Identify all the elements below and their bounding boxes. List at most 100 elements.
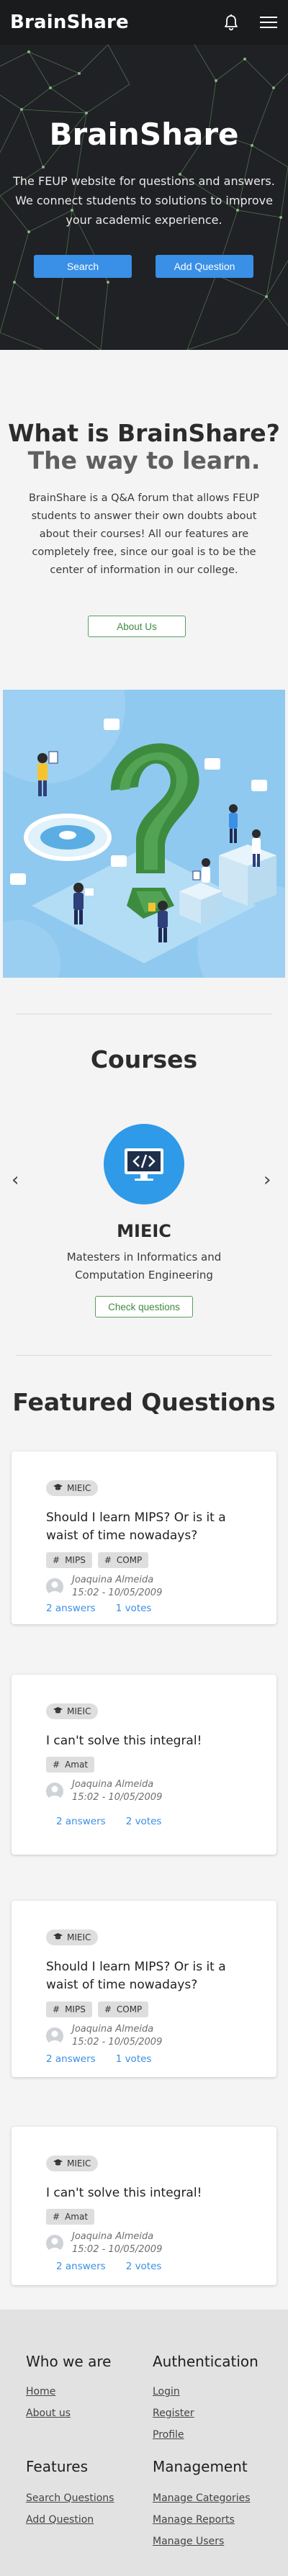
question-card[interactable]: MIEIC I can't solve this integral! # Amat… [12,1675,276,1855]
question-card[interactable]: MIEIC I can't solve this integral! # Amat… [12,2127,276,2285]
graduation-cap-icon [53,1932,63,1942]
footer-auth-title: Authentication [153,2353,258,2370]
answers-count[interactable]: 2 answers [46,1603,96,1614]
author-name: Joaquina Almeida [72,2231,154,2242]
hero-add-question-button[interactable]: Add Question [156,255,253,278]
author-name: Joaquina Almeida [72,1779,154,1790]
avatar [46,1783,63,1800]
tag-chip[interactable]: # COMP [97,1552,149,1568]
question-date: 15:02 - 10/05/2009 [72,1588,163,1598]
bell-icon[interactable] [223,14,239,31]
question-stats: 2 answers 1 votes [46,2053,151,2065]
footer-link-profile[interactable]: Profile [153,2429,184,2441]
question-author: Joaquina Almeida 15:02 - 10/05/2009 [46,1778,162,1804]
brand-logo[interactable]: BrainShare [10,12,129,33]
carousel-next-arrow-icon[interactable]: › [264,1169,271,1191]
author-name: Joaquina Almeida [72,1575,154,1585]
avatar [46,2235,63,2252]
courses-title: Courses [90,1045,198,1073]
votes-count[interactable]: 2 votes [126,2261,162,2272]
hashtag-icon: # [104,1555,112,1565]
avatar [46,2027,63,2045]
tag-chip[interactable]: # Amat [46,1757,95,1773]
question-date: 15:02 - 10/05/2009 [72,2244,163,2255]
footer-link-manage-categories[interactable]: Manage Categories [153,2492,251,2504]
answers-count[interactable]: 2 answers [56,2261,106,2272]
hero-search-button[interactable]: Search [34,255,132,278]
answers-count[interactable]: 2 answers [46,2053,96,2065]
question-stats: 2 answers 2 votes [56,1816,161,1827]
question-title[interactable]: I can't solve this integral! [46,1732,255,1750]
question-author: Joaquina Almeida 15:02 - 10/05/2009 [46,2230,162,2256]
graduation-cap-icon [53,2158,63,2169]
course-badge-label: MIEIC [67,2158,91,2169]
votes-count[interactable]: 1 votes [116,2053,152,2065]
hero-section: BrainShare The FEUP website for question… [0,45,288,350]
question-title[interactable]: Should I learn MIPS? Or is it a waist of… [46,1509,255,1545]
hashtag-icon: # [53,2004,60,2014]
hashtag-icon: # [53,2212,60,2222]
graduation-cap-icon [53,1706,63,1716]
footer-link-manage-reports[interactable]: Manage Reports [153,2514,235,2526]
tag-chip[interactable]: # MIPS [46,2001,92,2017]
tag-chip[interactable]: # MIPS [46,1552,92,1568]
author-meta: Joaquina Almeida 15:02 - 10/05/2009 [72,1574,162,1600]
course-badge-label: MIEIC [67,1706,91,1716]
carousel-prev-arrow-icon[interactable]: ‹ [12,1169,19,1191]
hashtag-icon: # [104,2004,112,2014]
question-author: Joaquina Almeida 15:02 - 10/05/2009 [46,2023,162,2049]
footer-link-about-us[interactable]: About us [26,2408,71,2419]
question-tags: # Amat [46,2209,95,2225]
author-name: Joaquina Almeida [72,2024,154,2035]
footer-features-title: Features [26,2458,88,2475]
tag-chip[interactable]: # COMP [97,2001,149,2017]
check-questions-button[interactable]: Check questions [95,1296,193,1318]
course-badge-label: MIEIC [67,1932,91,1942]
footer-link-search-questions[interactable]: Search Questions [26,2492,114,2504]
about-description: BrainShare is a Q&A forum that allows FE… [28,492,259,576]
question-tags: # Amat [46,1757,95,1773]
question-title[interactable]: I can't solve this integral! [46,2184,255,2202]
navbar-actions [223,14,278,31]
footer-link-register[interactable]: Register [153,2408,194,2419]
question-tags: # MIPS # COMP [46,1552,149,1568]
footer-link-login[interactable]: Login [153,2386,180,2397]
students-question-illustration [3,690,285,978]
footer-who-title: Who we are [26,2353,112,2370]
answers-count[interactable]: 2 answers [56,1816,106,1827]
top-navbar: BrainShare [0,0,288,45]
course-badge[interactable]: MIEIC [46,1703,99,1719]
footer-link-manage-users[interactable]: Manage Users [153,2536,224,2547]
author-meta: Joaquina Almeida 15:02 - 10/05/2009 [72,1778,162,1804]
about-subtitle: The way to learn. [27,446,261,474]
question-title[interactable]: Should I learn MIPS? Or is it a waist of… [46,1958,255,1994]
hashtag-icon: # [53,1555,60,1565]
avatar [46,1578,63,1595]
course-badge[interactable]: MIEIC [46,1929,99,1945]
footer-management-title: Management [153,2458,248,2475]
course-badge[interactable]: MIEIC [46,1480,99,1496]
about-us-button[interactable]: About Us [88,616,186,637]
footer-link-add-question[interactable]: Add Question [26,2514,94,2526]
question-stats: 2 answers 2 votes [56,2261,161,2272]
question-tags: # MIPS # COMP [46,2001,149,2017]
question-card[interactable]: MIEIC Should I learn MIPS? Or is it a wa… [12,1451,276,1624]
graduation-cap-icon [53,1483,63,1493]
about-title: What is BrainShare? [8,419,280,447]
question-date: 15:02 - 10/05/2009 [72,1792,163,1803]
question-card[interactable]: MIEIC Should I learn MIPS? Or is it a wa… [12,1901,276,2077]
hero-description: The FEUP website for questions and answe… [13,174,275,227]
question-date: 15:02 - 10/05/2009 [72,2037,163,2048]
footer-link-home[interactable]: Home [26,2386,55,2397]
tag-chip[interactable]: # Amat [46,2209,95,2225]
votes-count[interactable]: 1 votes [116,1603,152,1614]
course-name: MIEIC [117,1221,171,1241]
hamburger-menu-icon[interactable] [259,15,278,30]
course-badge[interactable]: MIEIC [46,2156,99,2171]
section-divider [16,1355,272,1356]
votes-count[interactable]: 2 votes [126,1816,162,1827]
course-badge-label: MIEIC [67,1483,91,1493]
site-footer: Who we are Home About us Authentication … [0,2310,288,2576]
author-meta: Joaquina Almeida 15:02 - 10/05/2009 [72,2230,162,2256]
course-description: Matesters in Informatics and Computation… [66,1251,222,1282]
